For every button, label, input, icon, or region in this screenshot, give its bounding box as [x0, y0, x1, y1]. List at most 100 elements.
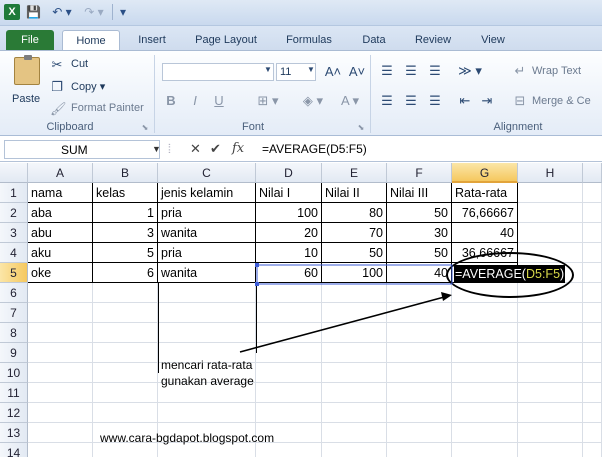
- row-header-3[interactable]: 3: [0, 223, 28, 243]
- align-top-icon[interactable]: ☰: [378, 63, 396, 79]
- row-header-13[interactable]: 13: [0, 423, 28, 443]
- data-cell-jenis-kelamin[interactable]: pria: [158, 203, 256, 223]
- empty-cell[interactable]: [452, 383, 518, 403]
- data-cell-nilai-2[interactable]: 80: [322, 203, 387, 223]
- copy-button[interactable]: Copy ▾: [71, 80, 105, 93]
- header-cell-nilai-2[interactable]: Nilai II: [322, 183, 387, 203]
- empty-cell[interactable]: [583, 283, 602, 303]
- empty-cell[interactable]: [452, 403, 518, 423]
- italic-button[interactable]: I: [188, 93, 202, 108]
- empty-cell[interactable]: [256, 343, 322, 363]
- data-cell-rata-rata[interactable]: 40: [452, 223, 518, 243]
- data-cell-kelas[interactable]: 6: [93, 263, 158, 283]
- data-cell-nilai-2[interactable]: 70: [322, 223, 387, 243]
- data-cell-nilai-1[interactable]: 100: [256, 203, 322, 223]
- cut-button[interactable]: Cut: [71, 58, 88, 70]
- row-header-14[interactable]: 14: [0, 443, 28, 457]
- empty-cell[interactable]: [583, 443, 602, 457]
- empty-cell[interactable]: [93, 323, 158, 343]
- empty-cell[interactable]: [322, 343, 387, 363]
- column-header-g[interactable]: G: [452, 163, 518, 183]
- header-cell-rata-rata[interactable]: Rata-rata: [452, 183, 518, 203]
- empty-cell[interactable]: [93, 363, 158, 383]
- empty-cell[interactable]: [322, 443, 387, 457]
- empty-cell[interactable]: [452, 343, 518, 363]
- wrap-text-icon[interactable]: ↵: [512, 63, 528, 79]
- data-cell-nilai-1[interactable]: 10: [256, 243, 322, 263]
- row-header-2[interactable]: 2: [0, 203, 28, 223]
- save-icon[interactable]: 💾: [26, 4, 41, 20]
- name-box[interactable]: SUM ▼: [4, 140, 161, 159]
- fill-color-button[interactable]: ◈ ▾: [298, 93, 328, 109]
- empty-cell[interactable]: [322, 303, 387, 323]
- empty-cell[interactable]: [93, 383, 158, 403]
- tab-file[interactable]: File: [6, 30, 54, 50]
- row-header-5[interactable]: 5: [0, 263, 28, 283]
- empty-cell[interactable]: [583, 423, 602, 443]
- empty-cell[interactable]: [518, 203, 583, 223]
- data-cell-nilai-3[interactable]: 50: [387, 203, 452, 223]
- data-cell-kelas[interactable]: 3: [93, 223, 158, 243]
- data-cell-kelas[interactable]: 5: [93, 243, 158, 263]
- empty-cell[interactable]: [256, 363, 322, 383]
- column-header-d[interactable]: D: [256, 163, 322, 183]
- empty-cell[interactable]: [452, 443, 518, 457]
- empty-cell[interactable]: [583, 323, 602, 343]
- undo-icon[interactable]: ↶ ▾: [50, 4, 74, 20]
- empty-cell[interactable]: [518, 403, 583, 423]
- empty-cell[interactable]: [158, 323, 256, 343]
- font-name-dropdown-icon[interactable]: ▼: [263, 65, 273, 74]
- header-cell-nama[interactable]: nama: [28, 183, 93, 203]
- empty-cell[interactable]: [387, 383, 452, 403]
- empty-cell[interactable]: [583, 183, 602, 203]
- clipboard-launcher-icon[interactable]: ⬊: [140, 123, 150, 132]
- redo-icon[interactable]: ↷ ▾: [82, 4, 106, 20]
- borders-button[interactable]: ⊞ ▾: [254, 93, 282, 109]
- empty-cell[interactable]: [158, 283, 256, 303]
- empty-cell[interactable]: [583, 203, 602, 223]
- row-header-11[interactable]: 11: [0, 383, 28, 403]
- merge-center-icon[interactable]: ⊟: [512, 93, 528, 109]
- empty-cell[interactable]: [158, 303, 256, 323]
- empty-cell[interactable]: [452, 363, 518, 383]
- header-cell-jenis-kelamin[interactable]: jenis kelamin: [158, 183, 256, 203]
- align-center-icon[interactable]: ☰: [402, 93, 420, 109]
- data-cell-nama[interactable]: oke: [28, 263, 93, 283]
- empty-cell[interactable]: [583, 383, 602, 403]
- empty-cell[interactable]: [256, 403, 322, 423]
- column-header-b[interactable]: B: [93, 163, 158, 183]
- empty-cell[interactable]: [256, 443, 322, 457]
- header-cell-kelas[interactable]: kelas: [93, 183, 158, 203]
- font-launcher-icon[interactable]: ⬊: [356, 123, 366, 132]
- empty-cell[interactable]: [583, 403, 602, 423]
- data-cell-kelas[interactable]: 1: [93, 203, 158, 223]
- format-painter-icon[interactable]: 🖌: [50, 101, 67, 117]
- empty-cell[interactable]: [518, 423, 583, 443]
- empty-cell[interactable]: [28, 403, 93, 423]
- orientation-icon[interactable]: ≫ ▾: [456, 63, 484, 79]
- empty-cell[interactable]: [452, 323, 518, 343]
- empty-cell[interactable]: [387, 423, 452, 443]
- name-box-dropdown-icon[interactable]: ▼: [152, 144, 161, 154]
- empty-cell[interactable]: [518, 303, 583, 323]
- empty-cell[interactable]: [322, 383, 387, 403]
- shrink-font-icon[interactable]: A˅: [346, 64, 368, 79]
- data-cell-nilai-3[interactable]: 50: [387, 243, 452, 263]
- empty-cell[interactable]: [256, 283, 322, 303]
- empty-cell[interactable]: [28, 383, 93, 403]
- empty-cell[interactable]: [387, 303, 452, 323]
- empty-cell[interactable]: [452, 423, 518, 443]
- paste-button[interactable]: Paste: [12, 93, 40, 105]
- empty-cell[interactable]: [322, 283, 387, 303]
- font-size-dropdown-icon[interactable]: ▼: [306, 65, 316, 74]
- paste-icon[interactable]: [14, 55, 40, 85]
- tab-page-layout[interactable]: Page Layout: [188, 30, 264, 50]
- bold-button[interactable]: B: [164, 93, 178, 108]
- data-cell-jenis-kelamin[interactable]: wanita: [158, 263, 256, 283]
- empty-cell[interactable]: [583, 303, 602, 323]
- grow-font-icon[interactable]: A˄: [322, 64, 344, 79]
- increase-indent-icon[interactable]: ⇥: [478, 93, 496, 109]
- data-cell-nama[interactable]: abu: [28, 223, 93, 243]
- empty-cell[interactable]: [93, 443, 158, 457]
- tab-data[interactable]: Data: [356, 30, 392, 50]
